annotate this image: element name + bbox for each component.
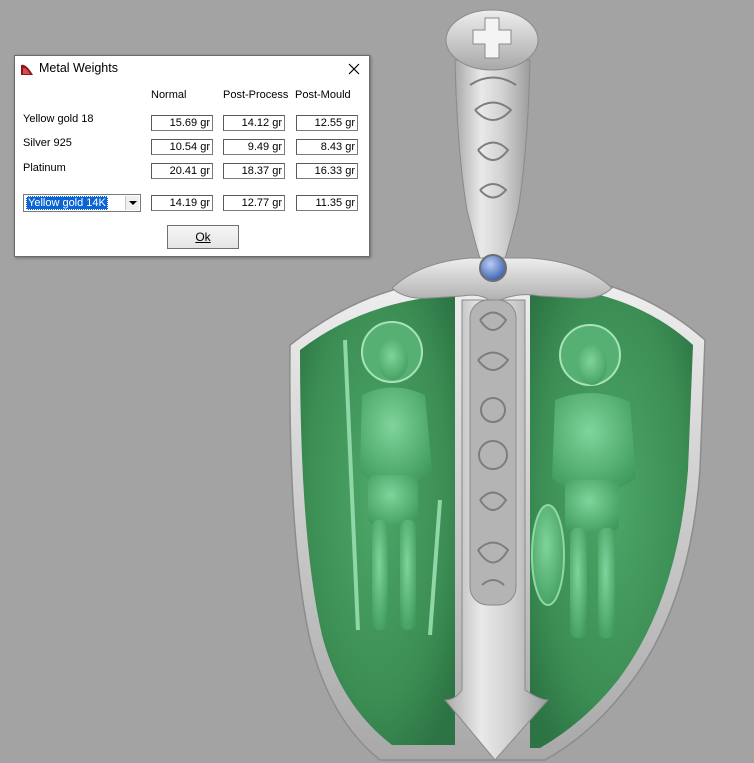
column-header-normal: Normal <box>151 89 187 101</box>
metal-select-dropdown[interactable]: Yellow gold 14K <box>23 194 141 212</box>
row-label-platinum: Platinum <box>23 162 66 174</box>
app-icon <box>21 64 33 75</box>
normal-weight-field[interactable]: 20.41 gr <box>151 163 213 179</box>
dialog-titlebar[interactable]: Metal Weights <box>15 56 369 82</box>
metal-select-value: Yellow gold 14K <box>26 196 108 210</box>
post-process-weight-field[interactable]: 14.12 gr <box>223 115 285 131</box>
row-label-silver-925: Silver 925 <box>23 137 72 149</box>
row-label-yellow-gold-18: Yellow gold 18 <box>23 113 94 125</box>
normal-weight-field[interactable]: 15.69 gr <box>151 115 213 131</box>
blade-ornament <box>469 299 517 606</box>
chevron-down-icon <box>129 201 137 205</box>
post-mould-weight-field[interactable]: 8.43 gr <box>296 139 358 155</box>
ok-button[interactable]: Ok <box>167 225 239 249</box>
post-mould-weight-field[interactable]: 11.35 gr <box>296 195 358 211</box>
post-mould-weight-field[interactable]: 16.33 gr <box>296 163 358 179</box>
normal-weight-field[interactable]: 14.19 gr <box>151 195 213 211</box>
post-mould-weight-field[interactable]: 12.55 gr <box>296 115 358 131</box>
post-process-weight-field[interactable]: 12.77 gr <box>223 195 285 211</box>
close-icon <box>348 63 360 75</box>
metal-weights-dialog: Metal Weights Normal Post-Process Post-M… <box>14 55 370 257</box>
close-button[interactable] <box>343 58 365 80</box>
column-header-post-mould: Post-Mould <box>295 89 351 101</box>
post-process-weight-field[interactable]: 18.37 gr <box>223 163 285 179</box>
post-process-weight-field[interactable]: 9.49 gr <box>223 139 285 155</box>
dialog-title: Metal Weights <box>39 61 118 75</box>
dropdown-arrow-button[interactable] <box>125 196 139 210</box>
sword-gem <box>479 254 507 282</box>
normal-weight-field[interactable]: 10.54 gr <box>151 139 213 155</box>
column-header-post-process: Post-Process <box>223 89 289 101</box>
